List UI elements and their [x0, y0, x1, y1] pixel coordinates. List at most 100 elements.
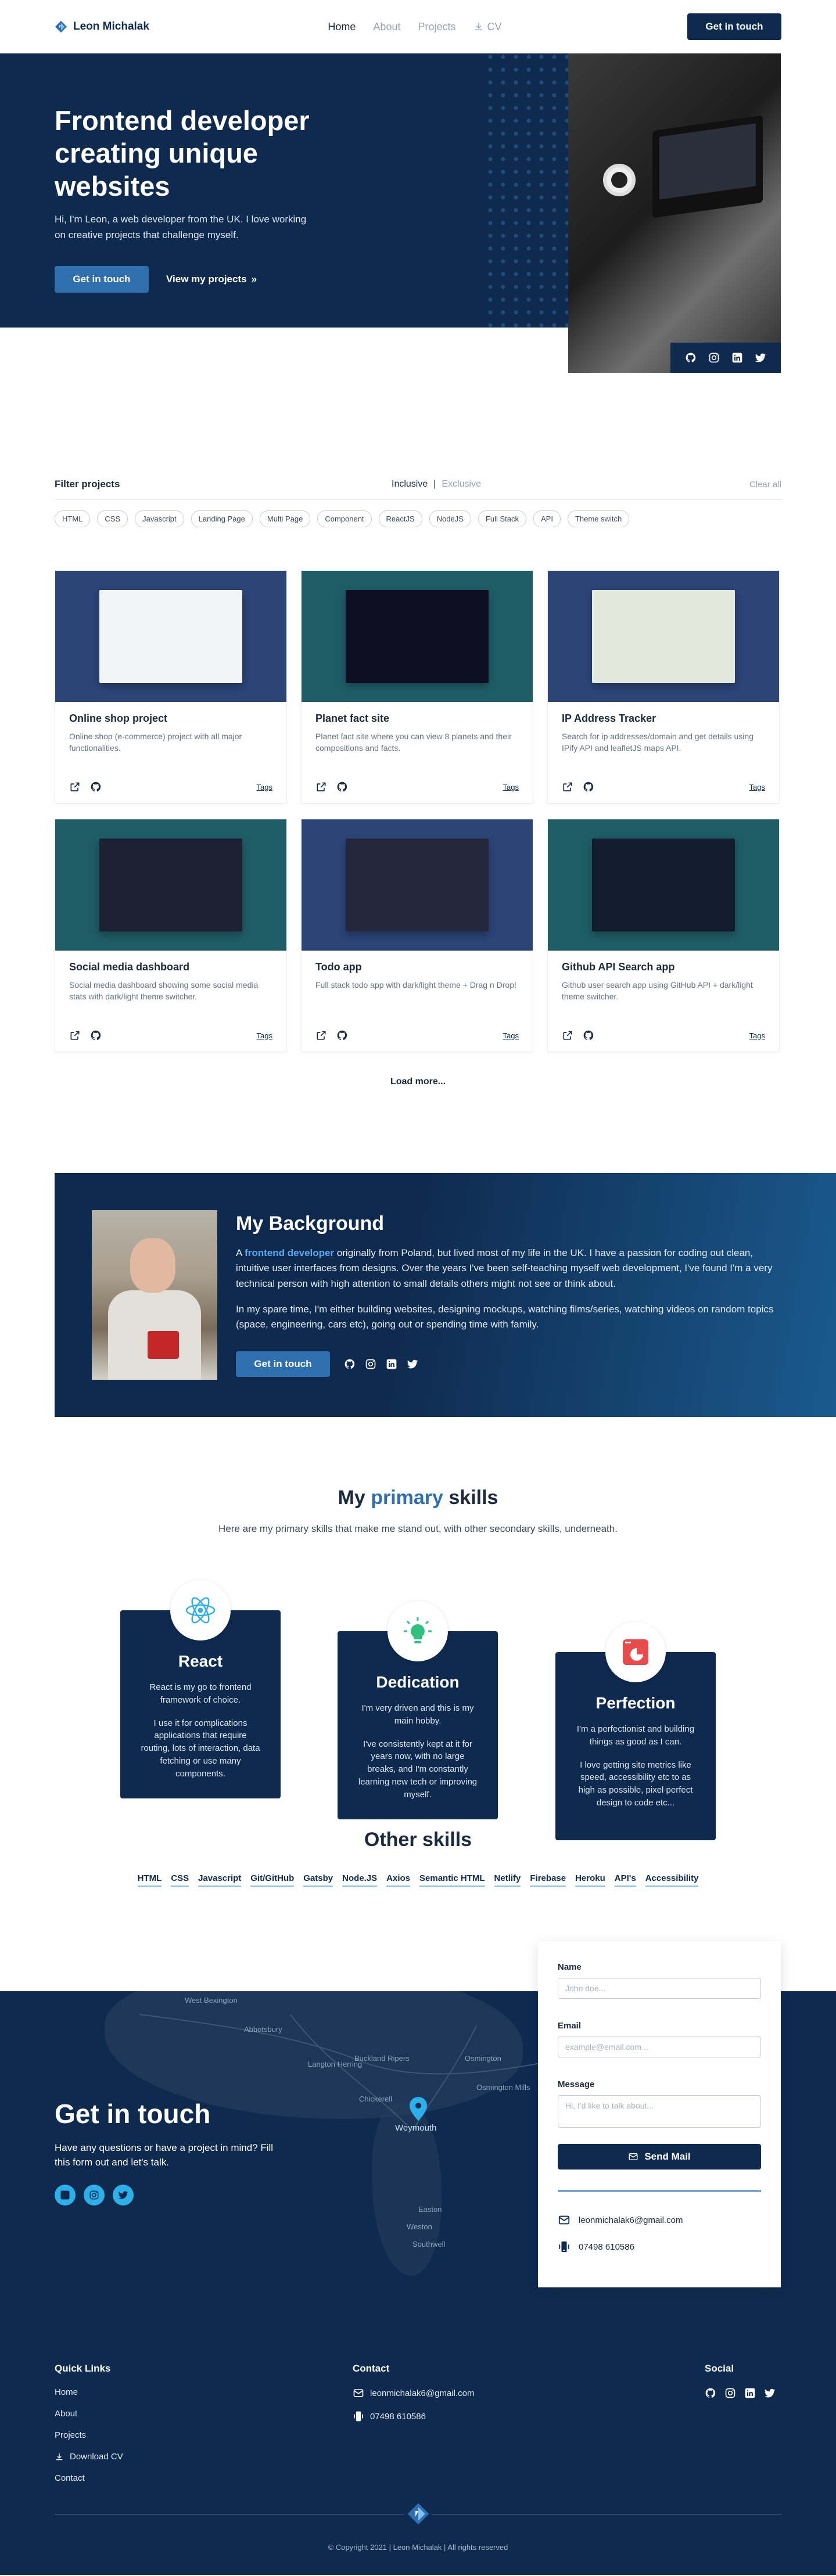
- name-label: Name: [558, 1962, 582, 1972]
- github-icon[interactable]: [336, 781, 348, 793]
- filter-tag[interactable]: HTML: [55, 510, 91, 527]
- name-field[interactable]: John doe...: [558, 1978, 761, 1999]
- instagram-icon[interactable]: [724, 2387, 736, 2399]
- project-thumbnail[interactable]: [302, 571, 533, 702]
- instagram-icon: [89, 2190, 99, 2201]
- linkedin-button[interactable]: [55, 2185, 76, 2206]
- hero-text: Frontend developer creating unique websi…: [55, 105, 368, 293]
- github-icon[interactable]: [336, 1030, 348, 1041]
- message-field[interactable]: Hi, I'd like to talk about...: [558, 2095, 761, 2128]
- footer-link-home[interactable]: Home: [55, 2387, 353, 2397]
- github-icon[interactable]: [90, 1030, 102, 1041]
- filter-tag[interactable]: Component: [317, 510, 372, 527]
- github-icon[interactable]: [583, 781, 594, 793]
- github-icon[interactable]: [705, 2387, 716, 2399]
- project-actions: Tags: [562, 781, 765, 793]
- nav-cv[interactable]: CV: [473, 21, 502, 33]
- filter-tag[interactable]: API: [533, 510, 561, 527]
- svg-text:Southwell: Southwell: [412, 2240, 445, 2248]
- linkedin-icon[interactable]: [744, 2387, 756, 2399]
- footer-email-link[interactable]: leonmichalak6@gmail.com: [353, 2387, 705, 2399]
- filter-tag[interactable]: Multi Page: [259, 510, 311, 527]
- other-skill: Node.JS: [342, 1873, 378, 1887]
- twitter-icon[interactable]: [764, 2387, 776, 2399]
- contact-heading: Get in touch Have any questions or have …: [55, 2098, 275, 2206]
- skill-text: I'm a perfectionist and building things …: [576, 1724, 695, 1747]
- load-more-button[interactable]: Load more...: [390, 1077, 446, 1086]
- lightbulb-icon: [387, 1601, 448, 1661]
- github-icon[interactable]: [344, 1358, 356, 1370]
- contact-phone-link[interactable]: 07498 610586: [579, 2242, 634, 2252]
- project-screenshot: [592, 590, 735, 683]
- project-screenshot: [99, 590, 242, 683]
- footer-link-download-cv[interactable]: Download CV: [55, 2452, 353, 2462]
- project-thumbnail[interactable]: [548, 571, 779, 702]
- divider: [55, 499, 781, 500]
- project-thumbnail[interactable]: [548, 819, 779, 951]
- external-link-icon[interactable]: [562, 1030, 573, 1041]
- background-get-in-touch-button[interactable]: Get in touch: [236, 1351, 330, 1377]
- clear-all-button[interactable]: Clear all: [749, 480, 781, 490]
- other-skill: Semantic HTML: [419, 1873, 485, 1887]
- load-more: Load more...: [0, 1077, 836, 1087]
- project-tags-link[interactable]: Tags: [749, 1031, 765, 1040]
- github-icon[interactable]: [90, 781, 102, 793]
- project-tags-link[interactable]: Tags: [257, 1031, 272, 1040]
- svg-text:Easton: Easton: [418, 2205, 442, 2214]
- highlight-text: frontend developer: [245, 1247, 335, 1258]
- twitter-icon[interactable]: [755, 352, 766, 364]
- react-icon: [170, 1580, 231, 1640]
- project-tags-link[interactable]: Tags: [749, 783, 765, 791]
- project-thumbnail[interactable]: [302, 819, 533, 951]
- top-nav: Leon Michalak Home About Projects CV Get…: [0, 0, 836, 53]
- svg-text:Osmington: Osmington: [465, 2054, 501, 2063]
- twitter-button[interactable]: [113, 2185, 134, 2206]
- instagram-button[interactable]: [84, 2185, 105, 2206]
- footer-link-projects[interactable]: Projects: [55, 2430, 353, 2440]
- brand-logo[interactable]: Leon Michalak: [55, 20, 149, 33]
- instagram-icon[interactable]: [365, 1358, 376, 1370]
- external-link-icon[interactable]: [69, 781, 81, 793]
- filter-tag[interactable]: CSS: [97, 510, 128, 527]
- project-thumbnail[interactable]: [55, 819, 286, 951]
- contact-email-link[interactable]: leonmichalak6@gmail.com: [579, 2215, 683, 2225]
- external-link-icon[interactable]: [69, 1030, 81, 1041]
- exclusive-option[interactable]: Exclusive: [442, 479, 481, 490]
- linkedin-icon[interactable]: [386, 1358, 397, 1370]
- twitter-icon[interactable]: [407, 1358, 418, 1370]
- project-tags-link[interactable]: Tags: [257, 783, 272, 791]
- email-field[interactable]: example@email.com...: [558, 2037, 761, 2057]
- filter-tag[interactable]: Javascript: [135, 510, 184, 527]
- footer-link-contact[interactable]: Contact: [55, 2473, 353, 2483]
- view-projects-link[interactable]: View my projects »: [166, 274, 257, 285]
- github-icon[interactable]: [583, 1030, 594, 1041]
- filter-tag[interactable]: Full Stack: [478, 510, 527, 527]
- github-icon[interactable]: [685, 352, 697, 364]
- instagram-icon[interactable]: [708, 352, 720, 364]
- footer-link-about[interactable]: About: [55, 2409, 353, 2419]
- nav-home[interactable]: Home: [328, 21, 356, 33]
- filter-tag[interactable]: NodeJS: [429, 510, 471, 527]
- external-link-icon[interactable]: [315, 781, 327, 793]
- footer-phone-link[interactable]: 07498 610586: [353, 2410, 705, 2422]
- copyright: © Copyright 2021 | Leon Michalak | All r…: [328, 2543, 508, 2552]
- project-thumbnail[interactable]: [55, 571, 286, 702]
- nav-projects[interactable]: Projects: [418, 21, 455, 33]
- inclusive-option[interactable]: Inclusive: [392, 479, 428, 490]
- external-link-icon[interactable]: [562, 781, 573, 793]
- project-tags-link[interactable]: Tags: [503, 1031, 519, 1040]
- footer-heading: Quick Links: [55, 2363, 111, 2374]
- nav-about[interactable]: About: [373, 21, 400, 33]
- nav-get-in-touch-button[interactable]: Get in touch: [687, 13, 781, 40]
- send-mail-button[interactable]: Send Mail: [558, 2144, 761, 2170]
- linkedin-icon[interactable]: [731, 352, 743, 364]
- project-tags-link[interactable]: Tags: [503, 783, 519, 791]
- hero-get-in-touch-button[interactable]: Get in touch: [55, 265, 149, 293]
- project-card: Social media dashboard Social media dashb…: [55, 819, 287, 1052]
- external-link-icon[interactable]: [315, 1030, 327, 1041]
- filter-tag[interactable]: ReactJS: [378, 510, 422, 527]
- filter-tag[interactable]: Theme switch: [567, 510, 630, 527]
- contact-section: West Bexington Abbotsbury Langton Herrin…: [0, 1941, 836, 2287]
- filter-tag[interactable]: Landing Page: [191, 510, 253, 527]
- coffee-cup-graphic: [603, 164, 636, 196]
